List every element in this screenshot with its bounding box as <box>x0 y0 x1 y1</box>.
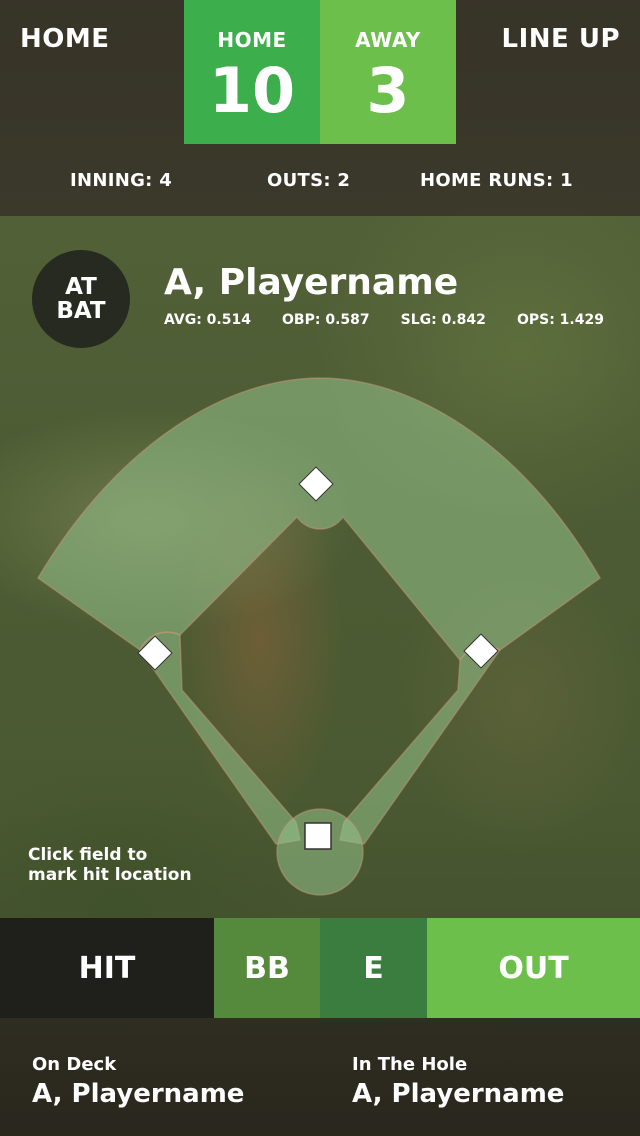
scoreboard-header: HOME LINE UP HOME 10 AWAY 3 INNING: 4 OU… <box>0 0 640 216</box>
baseball-field-diagram[interactable] <box>0 360 640 900</box>
lineup-nav-button[interactable]: LINE UP <box>502 24 620 54</box>
away-team-label: AWAY <box>355 28 421 52</box>
home-nav-button[interactable]: HOME <box>20 24 110 54</box>
upcoming-batters: On Deck A, Playername In The Hole A, Pla… <box>0 1018 640 1136</box>
right-baseline[interactable] <box>339 645 502 845</box>
inning-status: INNING: 4 <box>70 170 173 191</box>
field-hint-line1: Click field to <box>28 845 148 865</box>
away-score: 3 <box>366 54 410 127</box>
slg-stat: SLG: 0.842 <box>400 312 486 328</box>
home-score-box: HOME 10 <box>184 0 320 144</box>
result-action-bar: HIT BB E OUT <box>0 918 640 1018</box>
outfield-area[interactable] <box>37 377 601 662</box>
in-hole-player-name: A, Playername <box>352 1079 565 1109</box>
home-team-label: HOME <box>217 28 287 52</box>
home-plate[interactable] <box>304 822 332 850</box>
home-score: 10 <box>208 54 296 127</box>
field-hint-text: Click field to mark hit location <box>28 845 192 885</box>
hit-button[interactable]: HIT <box>0 918 214 1018</box>
away-score-box: AWAY 3 <box>320 0 456 144</box>
on-deck-label: On Deck <box>32 1054 117 1075</box>
at-bat-player-name: A, Playername <box>164 262 459 303</box>
at-bat-badge: AT BAT <box>32 250 130 348</box>
error-button[interactable]: E <box>320 918 427 1018</box>
outs-status: OUTS: 2 <box>267 170 351 191</box>
left-baseline[interactable] <box>139 631 301 845</box>
out-button[interactable]: OUT <box>427 918 640 1018</box>
home-plate-area[interactable] <box>276 808 364 896</box>
at-bat-player-stats: AVG: 0.514 OBP: 0.587 SLG: 0.842 OPS: 1.… <box>164 312 604 328</box>
on-deck-player-name: A, Playername <box>32 1079 245 1109</box>
avg-stat: AVG: 0.514 <box>164 312 251 328</box>
walk-button[interactable]: BB <box>214 918 320 1018</box>
in-hole-label: In The Hole <box>352 1054 468 1075</box>
at-bat-badge-line1: AT <box>65 273 97 300</box>
on-deck-section: On Deck A, Playername <box>32 1054 244 1109</box>
obp-stat: OBP: 0.587 <box>282 312 370 328</box>
at-bat-badge-line2: BAT <box>56 298 106 324</box>
ops-stat: OPS: 1.429 <box>516 312 604 328</box>
home-runs-status: HOME RUNS: 1 <box>420 170 573 191</box>
field-hint-line2: mark hit location <box>28 864 192 885</box>
in-hole-section: In The Hole A, Playername <box>352 1054 564 1109</box>
